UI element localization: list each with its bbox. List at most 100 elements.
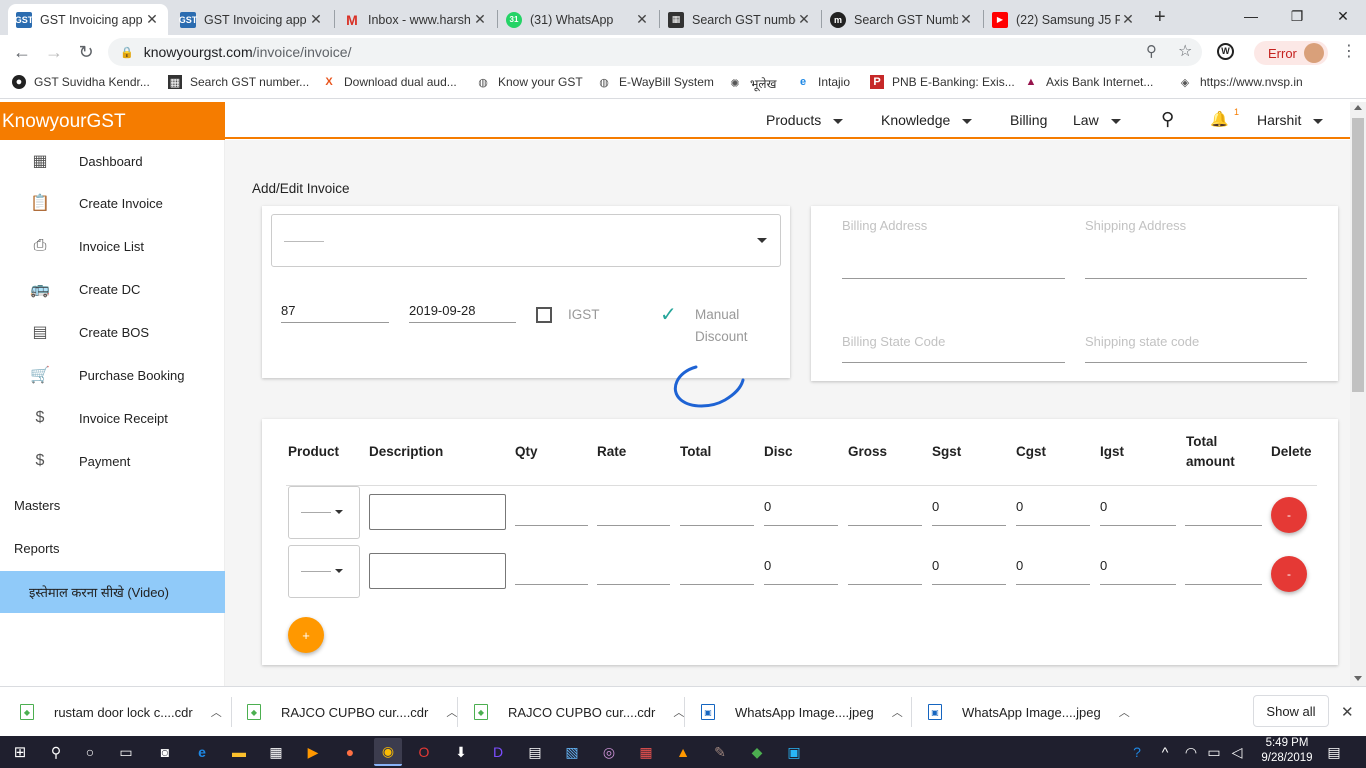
billing-address-input[interactable] <box>842 278 1065 279</box>
igst-input[interactable] <box>1100 525 1176 526</box>
media-player-icon[interactable]: ▶ <box>303 742 323 762</box>
address-bar[interactable]: 🔒 knowyourgst.com/invoice/invoice/ <box>108 38 1202 66</box>
sidebar-item-dashboard[interactable]: ▦ Dashboard <box>0 140 225 182</box>
wifi-icon[interactable]: ◠ <box>1181 742 1201 762</box>
scroll-up-icon[interactable] <box>1354 105 1362 110</box>
total-amount-input[interactable] <box>1185 525 1262 526</box>
download-manager-icon[interactable]: ⬇ <box>451 742 471 762</box>
app-d-icon[interactable]: D <box>488 742 508 762</box>
clock-date[interactable]: 9/28/2019 <box>1252 752 1322 764</box>
bookmark-item[interactable]: ◍ Know your GST <box>476 75 583 89</box>
total-amount-input[interactable] <box>1185 584 1262 585</box>
sgst-input[interactable] <box>932 525 1006 526</box>
back-arrow-icon[interactable]: ← <box>10 40 34 64</box>
bookmark-item[interactable]: ◈ https://www.nvsp.in <box>1178 75 1303 89</box>
disc-input[interactable] <box>764 525 838 526</box>
close-downloads-icon[interactable]: ✕ <box>1341 703 1354 721</box>
disc-input[interactable] <box>764 584 838 585</box>
shipping-address-input[interactable] <box>1085 278 1307 279</box>
forward-arrow-icon[interactable]: → <box>42 40 66 64</box>
page-scrollbar[interactable] <box>1350 102 1366 686</box>
close-tab-icon[interactable]: ✕ <box>634 11 650 28</box>
app-brush-icon[interactable]: ✎ <box>710 742 730 762</box>
brand-logo[interactable]: KnowyourGST <box>0 102 225 140</box>
app-grid-icon[interactable]: ▦ <box>636 742 656 762</box>
invoice-number-field[interactable]: 87 <box>281 303 389 323</box>
download-item[interactable]: ▣ WhatsApp Image....jpeg ︿ <box>701 687 903 737</box>
chrome-icon[interactable]: ◉ <box>374 738 402 766</box>
new-tab-button[interactable]: + <box>1154 6 1166 29</box>
chevron-up-icon[interactable]: ^ <box>1155 742 1175 762</box>
windows-start-icon[interactable]: ⊞ <box>10 742 30 762</box>
bookmark-item[interactable]: e Intajio <box>796 75 850 89</box>
browser-tab[interactable]: 31 (31) WhatsApp ✕ <box>498 4 658 35</box>
star-bookmark-icon[interactable]: ☆ <box>1178 41 1192 61</box>
qty-input[interactable] <box>515 525 588 526</box>
nav-law[interactable]: Law <box>1073 112 1121 128</box>
bell-icon[interactable]: 🔔 <box>1210 110 1229 128</box>
cgst-input[interactable] <box>1016 584 1090 585</box>
sidebar-item-masters[interactable]: Masters <box>0 484 225 526</box>
clock-time[interactable]: 5:49 PM <box>1252 737 1322 749</box>
sidebar-item-invoice-receipt[interactable]: $ Invoice Receipt <box>0 397 225 439</box>
bookmark-item[interactable]: ▦ Search GST number... <box>168 75 309 89</box>
reload-icon[interactable]: ↻ <box>74 40 98 64</box>
volume-icon[interactable]: ◁ <box>1227 742 1247 762</box>
browser-tab[interactable]: GST GST Invoicing app ✕ <box>172 4 332 35</box>
sidebar-item-video[interactable]: इस्तेमाल करना सीखे (Video) <box>0 571 225 613</box>
chevron-up-icon[interactable]: ︿ <box>1119 704 1130 720</box>
sidebar-item-reports[interactable]: Reports <box>0 527 225 569</box>
edge-icon[interactable]: e <box>192 742 212 762</box>
camera-app-icon[interactable]: ◙ <box>155 742 175 762</box>
chevron-up-icon[interactable]: ︿ <box>892 704 903 720</box>
close-tab-icon[interactable]: ✕ <box>1120 11 1136 28</box>
search-icon[interactable]: ⚲ <box>1161 109 1174 130</box>
app-tool-icon[interactable]: ▣ <box>784 742 804 762</box>
cgst-input[interactable] <box>1016 525 1090 526</box>
sidebar-item-payment[interactable]: $ Payment <box>0 440 225 482</box>
igst-checkbox[interactable] <box>536 307 552 323</box>
task-view-icon[interactable]: ▭ <box>116 742 136 762</box>
coreldraw-icon[interactable]: ◆ <box>747 742 767 762</box>
close-window-button[interactable]: ✕ <box>1320 0 1366 32</box>
menu-dots-icon[interactable]: ⋮ <box>1341 41 1357 61</box>
sgst-input[interactable] <box>932 584 1006 585</box>
browser-tab[interactable]: GST GST Invoicing app ✕ <box>8 4 168 35</box>
notifications-icon[interactable]: ▤ <box>1324 742 1344 762</box>
invoice-date-field[interactable]: 2019-09-28 <box>409 303 516 323</box>
add-row-button[interactable]: + <box>288 617 324 653</box>
browser-tab[interactable]: M Inbox - www.harsh ✕ <box>336 4 496 35</box>
sidebar-item-create-dc[interactable]: 🚌 Create DC <box>0 268 225 310</box>
nav-billing[interactable]: Billing <box>1010 112 1047 128</box>
qty-input[interactable] <box>515 584 588 585</box>
scrollbar-thumb[interactable] <box>1352 118 1364 392</box>
help-icon[interactable]: ? <box>1127 742 1147 762</box>
close-tab-icon[interactable]: ✕ <box>472 11 488 28</box>
rate-input[interactable] <box>597 584 670 585</box>
delete-row-button[interactable]: - <box>1271 497 1307 533</box>
nav-products[interactable]: Products <box>766 112 844 128</box>
search-icon[interactable]: ⚲ <box>46 742 66 762</box>
shipping-state-input[interactable] <box>1085 362 1307 363</box>
opera-icon[interactable]: O <box>414 742 434 762</box>
scroll-down-icon[interactable] <box>1354 676 1362 681</box>
store-icon[interactable]: ▦ <box>266 742 286 762</box>
vlc-icon[interactable]: ▲ <box>673 742 693 762</box>
calculator-icon[interactable]: ▤ <box>525 742 545 762</box>
bookmark-item[interactable]: X Download dual aud... <box>322 75 456 89</box>
description-textarea[interactable] <box>369 494 506 530</box>
delete-row-button[interactable]: - <box>1271 556 1307 592</box>
profile-error-button[interactable]: Error <box>1254 41 1328 65</box>
zoom-icon[interactable]: ⚲ <box>1146 42 1157 60</box>
app-swirl-icon[interactable]: ◎ <box>599 742 619 762</box>
chevron-up-icon[interactable]: ︿ <box>673 704 684 720</box>
gross-input[interactable] <box>848 525 922 526</box>
sidebar-item-invoice-list[interactable]: ⎙ Invoice List <box>0 225 225 267</box>
rate-input[interactable] <box>597 525 670 526</box>
total-input[interactable] <box>680 584 754 585</box>
user-menu[interactable]: Harshit <box>1257 112 1324 128</box>
maximize-button[interactable]: ❐ <box>1274 0 1320 32</box>
igst-input[interactable] <box>1100 584 1176 585</box>
notes-icon[interactable]: ▧ <box>562 742 582 762</box>
description-textarea[interactable] <box>369 553 506 589</box>
